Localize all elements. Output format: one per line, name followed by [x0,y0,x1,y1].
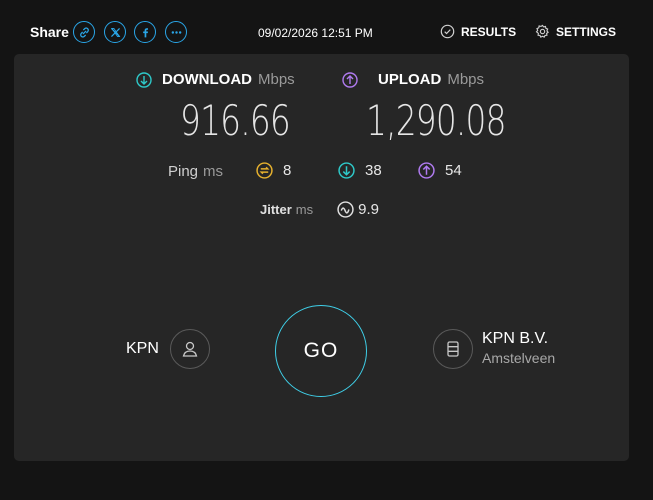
ping-upload: 54 [418,162,462,179]
more-icon [171,30,181,34]
ping-download-value: 38 [365,162,382,179]
download-label: DOWNLOAD [162,71,252,88]
go-button[interactable]: GO [275,305,367,397]
server-icon [447,341,459,357]
upload-label: UPLOAD [378,71,442,88]
ping-download: 38 [338,162,382,179]
link-icon [79,26,89,38]
jitter-unit: ms [295,202,314,217]
server-name[interactable]: KPN B.V. [482,330,548,348]
jitter-value: 9.9 [358,201,379,218]
download-header: DOWNLOAD Mbps [136,71,295,88]
download-unit: Mbps [258,71,295,88]
results-button[interactable]: RESULTS [440,24,516,39]
facebook-icon [142,27,148,37]
upload-value: 1,290.08 [366,96,506,145]
upload-arrow-icon [342,71,358,88]
ping-label: Ping [168,163,199,180]
ping-idle-icon [256,162,273,179]
settings-button[interactable]: SETTINGS [535,24,616,39]
ping-upload-value: 54 [445,162,462,179]
ping-label-group: Ping ms [168,163,223,180]
x-icon [110,27,120,37]
download-arrow-icon [136,71,152,88]
results-panel: DOWNLOAD Mbps 916.66 UPLOAD Mbps 1,290.0… [14,54,629,461]
ping-unit: ms [203,163,224,180]
server-icon-button[interactable] [433,329,473,369]
jitter-row: Jitter ms 9.9 [260,201,379,218]
gear-icon [535,24,549,38]
share-x-button[interactable] [104,21,126,43]
share-more-button[interactable] [165,21,187,43]
ping-idle-value: 8 [283,162,292,179]
server-location[interactable]: Amstelveen [482,350,555,366]
user-icon [182,341,198,357]
upload-unit: Mbps [447,71,485,88]
isp-icon-button[interactable] [170,329,210,369]
ping-idle: 8 [256,162,291,179]
jitter-wave-icon [337,201,354,218]
results-label: RESULTS [461,24,517,39]
ping-download-icon [338,162,355,179]
ping-upload-icon [418,162,435,179]
share-facebook-button[interactable] [134,21,156,43]
share-label: Share [30,24,69,40]
top-bar: Share 09/02/2026 12:51 PM RESULTS SETTIN… [0,0,653,54]
upload-header: UPLOAD Mbps [342,71,484,88]
isp-name: KPN [126,340,159,357]
settings-label: SETTINGS [556,24,617,39]
jitter-label: Jitter [260,202,292,217]
share-link-button[interactable] [73,21,95,43]
check-circle-icon [440,24,455,39]
download-value: 916.66 [180,96,291,145]
test-datetime: 09/02/2026 12:51 PM [258,26,373,40]
